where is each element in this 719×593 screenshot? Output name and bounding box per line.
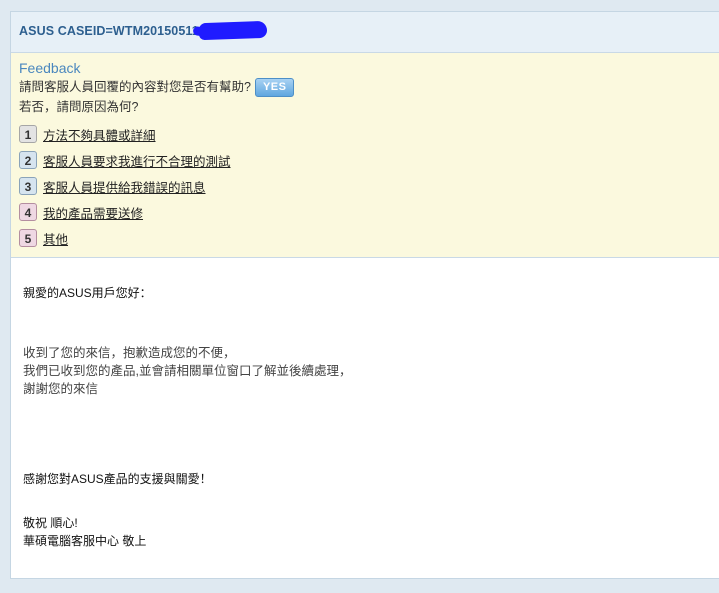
feedback-option-5[interactable]: 5 其他: [19, 225, 719, 251]
thanks-text: 感謝您對ASUS產品的支援與關愛！: [23, 472, 212, 486]
option-number-badge: 4: [19, 203, 37, 221]
case-header: ASUS CASEID=WTM20150511: [11, 12, 719, 53]
feedback-title: Feedback: [19, 60, 81, 76]
message-line: 收到了您的來信，抱歉造成您的不便，: [23, 346, 236, 360]
feedback-options: 1 方法不夠具體或詳細 2 客服人員要求我進行不合理的測試 3 客服人員提供給我…: [19, 121, 719, 251]
feedback-box: Feedback 請問客服人員回覆的內容對您是否有幫助? YES 若否，請問原因…: [11, 53, 719, 258]
option-number-badge: 3: [19, 177, 37, 195]
message-body: 親愛的ASUS用戶您好： 收到了您的來信，抱歉造成您的不便， 我們已收到您的產品…: [11, 258, 719, 550]
feedback-option-1[interactable]: 1 方法不夠具體或詳細: [19, 121, 719, 147]
option-number-badge: 1: [19, 125, 37, 143]
message-line: 我們已收到您的產品,並會請相關單位窗口了解並後續處理，: [23, 364, 352, 378]
option-number-badge: 5: [19, 229, 37, 247]
feedback-question-row: 請問客服人員回覆的內容對您是否有幫助? YES: [19, 77, 719, 97]
option-link[interactable]: 客服人員要求我進行不合理的測試: [43, 151, 231, 170]
option-number-badge: 2: [19, 151, 37, 169]
option-link[interactable]: 其他: [43, 229, 68, 248]
feedback-question: 請問客服人員回覆的內容對您是否有幫助?: [19, 79, 251, 94]
feedback-question-no: 若否，請問原因為何?: [19, 100, 139, 114]
greeting-text: 親愛的ASUS用戶您好：: [23, 286, 152, 300]
message-panel: ASUS CASEID=WTM20150511 Feedback 請問客服人員回…: [10, 11, 719, 579]
feedback-option-3[interactable]: 3 客服人員提供給我錯誤的訊息: [19, 173, 719, 199]
feedback-option-4[interactable]: 4 我的產品需要送修: [19, 199, 719, 225]
closing-text: 敬祝 順心!: [23, 516, 78, 530]
yes-button[interactable]: YES: [254, 77, 295, 97]
option-link[interactable]: 我的產品需要送修: [43, 203, 143, 222]
option-link[interactable]: 方法不夠具體或詳細: [43, 125, 156, 144]
option-link[interactable]: 客服人員提供給我錯誤的訊息: [43, 177, 206, 196]
signature-text: 華碩電腦客服中心 敬上: [23, 534, 147, 548]
feedback-option-2[interactable]: 2 客服人員要求我進行不合理的測試: [19, 147, 719, 173]
case-title: ASUS CASEID=WTM20150511: [19, 24, 199, 38]
message-line: 謝謝您的來信: [23, 382, 99, 396]
